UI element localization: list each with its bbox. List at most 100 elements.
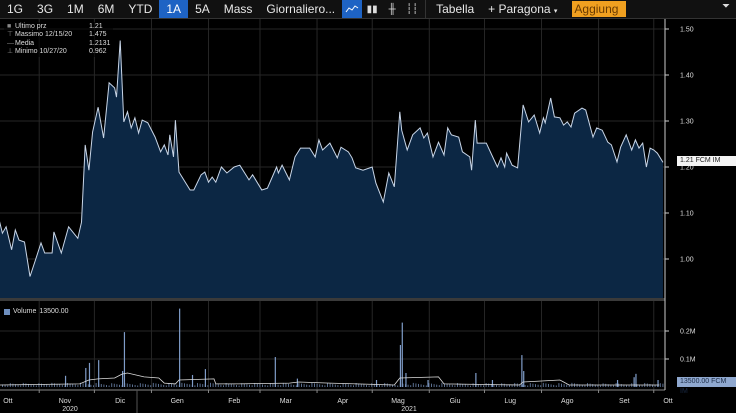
volume-bar [540, 385, 542, 387]
volume-bar [108, 385, 110, 387]
volume-bar [285, 383, 287, 387]
legend-label: Ultimo prz [15, 23, 47, 30]
volume-bar [427, 380, 429, 387]
volume-bar [119, 384, 120, 387]
volume-bar [449, 384, 451, 387]
volume-bar [592, 384, 594, 387]
volume-bar [155, 383, 157, 387]
volume-bar [332, 384, 334, 387]
volume-bar [418, 383, 419, 387]
volume-bar [524, 384, 526, 387]
volume-bar [61, 384, 63, 387]
volume-legend: Volume 13500.00 [4, 308, 69, 315]
volume-bar [620, 384, 622, 387]
volume-bar [274, 357, 276, 387]
volume-bar [511, 385, 513, 387]
volume-bar [246, 384, 248, 387]
volume-bar [103, 384, 105, 387]
volume-legend-label: Volume [13, 308, 37, 315]
volume-bar [457, 383, 458, 387]
volume-bar [566, 384, 568, 387]
volume-bar [662, 383, 664, 387]
volume-bar [553, 384, 555, 387]
high-marker-icon: ⊤ [7, 31, 14, 39]
volume-bar [485, 383, 487, 387]
legend-value: 1.2131 [89, 39, 111, 47]
volume-bar [165, 385, 167, 387]
legend-last-price: ■ Ultimo prz 1.21 [7, 23, 110, 31]
volume-bar [74, 384, 76, 387]
volume-bar [649, 383, 651, 387]
price-legend: ■ Ultimo prz 1.21 ⊤ Massimo 12/15/20 1.475 —… [4, 22, 114, 58]
volume-bar [340, 385, 341, 387]
y-tick-label: 1.50 [680, 27, 694, 34]
volume-bar [295, 385, 297, 387]
volume-bar [405, 373, 407, 387]
volume-bar [116, 384, 118, 387]
y-tick-label: 0.1M [680, 357, 696, 364]
x-tick-label: Lug [504, 398, 516, 405]
volume-bar [454, 385, 456, 387]
volume-bar [397, 385, 399, 387]
volume-bar [236, 385, 237, 387]
volume-bar [202, 384, 204, 387]
volume-bar [259, 383, 261, 387]
volume-bar [600, 385, 601, 387]
volume-bar [568, 385, 570, 387]
volume-bar [123, 332, 126, 387]
volume-bar [176, 384, 178, 387]
legend-value: 0.962 [89, 47, 107, 55]
volume-bar [371, 383, 373, 387]
volume-bar [262, 384, 263, 387]
legend-low: ⊥ Minimo 10/27/20 0.962 [7, 48, 110, 56]
volume-bar [204, 369, 206, 387]
y-tick-label: 1.30 [680, 119, 694, 126]
volume-bar [412, 382, 414, 387]
x-tick-label: Dic [115, 398, 126, 405]
x-tick-label: Mar [280, 398, 293, 405]
volume-bar [401, 322, 403, 387]
volume-bar [132, 384, 133, 387]
volume-bar [113, 383, 115, 387]
legend-value: 1.475 [89, 31, 107, 39]
volume-bar [280, 385, 282, 387]
volume-bar [106, 385, 107, 387]
volume-bar [327, 383, 328, 387]
volume-bar [503, 383, 505, 387]
volume-bar [542, 382, 544, 387]
volume-bar [181, 382, 183, 387]
volume-bar [25, 383, 27, 387]
volume-bar [628, 385, 630, 387]
volume-bar [191, 374, 194, 387]
volume-bar [353, 385, 354, 387]
volume-bar [491, 380, 494, 387]
volume-bar [189, 384, 191, 387]
price-area [0, 40, 663, 298]
x-tick-label: Set [619, 398, 630, 405]
volume-swatch-icon [4, 308, 10, 315]
legend-average: — Media 1.2131 [7, 40, 110, 48]
volume-bar [288, 383, 289, 387]
volume-bar [480, 384, 482, 387]
x-tick-label: Gen [171, 398, 184, 405]
x-tick-label: Ott [663, 398, 672, 405]
volume-bar [88, 362, 91, 387]
volume-bar [150, 385, 152, 387]
last-price-label: 1.21 FCM IM [677, 156, 736, 166]
volume-bar [35, 385, 37, 387]
volume-bar [163, 384, 165, 387]
volume-bar [293, 384, 295, 387]
volume-bar [12, 383, 14, 387]
volume-bar [249, 384, 250, 387]
volume-bar [399, 345, 402, 387]
volume-bar [199, 383, 201, 387]
volume-bar [272, 383, 274, 387]
volume-bar [561, 383, 562, 387]
volume-bar [368, 385, 370, 387]
volume-bar [85, 367, 87, 387]
white-square-icon: ■ [7, 23, 12, 30]
volume-bar [605, 383, 607, 387]
panel-divider [0, 298, 665, 301]
volume-bar [251, 385, 253, 387]
volume-bar [264, 384, 266, 387]
